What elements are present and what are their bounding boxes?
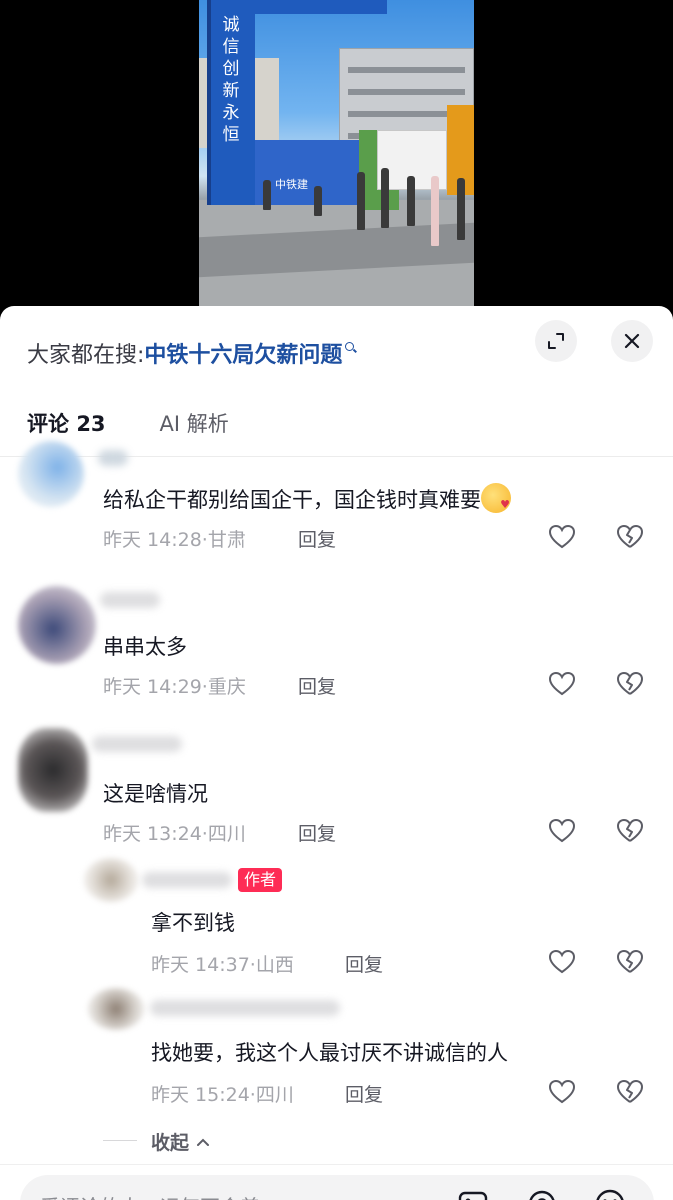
reply-text: 拿不到钱 — [151, 911, 235, 935]
reply-meta: 昨天 14:37·山西 — [151, 954, 294, 976]
reply-item: 找她要，我这个人最讨厌不讲诚信的人 昨天 15:24·四川 回复 — [0, 984, 673, 1114]
reply-location: 四川 — [255, 1084, 294, 1106]
comment-item: 串串太多 昨天 14:29·重庆 回复 — [0, 576, 673, 699]
username-blurred[interactable] — [100, 592, 160, 608]
fence-logo-text: 中铁建 — [275, 178, 308, 191]
like-heart-icon[interactable] — [547, 816, 577, 846]
avatar[interactable] — [84, 858, 138, 902]
image-icon[interactable] — [456, 1187, 490, 1200]
comment-location: 甘肃 — [207, 529, 246, 551]
video-person — [314, 186, 322, 216]
emoji-icon[interactable] — [593, 1187, 627, 1200]
trending-search-prefix: 大家都在搜: — [27, 343, 145, 368]
reply-meta: 昨天 15:24·四川 — [151, 1084, 294, 1106]
comment-item: 给私企干都别给国企干，国企钱时真难要 昨天 14:28·甘肃 回复 — [0, 436, 673, 556]
comment-meta: 昨天 14:29·重庆 — [103, 676, 246, 698]
reply-button[interactable]: 回复 — [298, 819, 336, 846]
reply-item: 作者 拿不到钱 昨天 14:37·山西 回复 — [0, 854, 673, 984]
video-person — [407, 176, 415, 226]
username-blurred[interactable] — [92, 736, 182, 752]
comment-input-placeholder: 爱评论的人，运气不会差 — [40, 1191, 260, 1200]
reply-button[interactable]: 回复 — [298, 525, 336, 552]
like-heart-icon[interactable] — [547, 947, 577, 977]
avatar[interactable] — [18, 586, 96, 664]
avatar[interactable] — [18, 728, 88, 812]
author-badge: 作者 — [238, 868, 283, 892]
tab-ai-analysis[interactable]: AI 解析 — [160, 408, 229, 438]
comment-location: 四川 — [207, 823, 246, 845]
comment-text: 这是啥情况 — [103, 782, 208, 806]
comment-time: 昨天 13:24 — [103, 823, 202, 845]
comment-meta: 昨天 14:28·甘肃 — [103, 529, 246, 551]
comment-time: 昨天 14:28 — [103, 529, 202, 551]
tab-comments-label: 评论 — [27, 412, 69, 436]
comment-tabs: 评论 23 AI 解析 — [27, 408, 229, 438]
search-icon — [344, 341, 357, 354]
gate-text: 诚信创新永恒 — [222, 15, 240, 145]
like-heart-icon[interactable] — [547, 1077, 577, 1107]
chevron-up-icon — [196, 1138, 209, 1146]
comment-text: 给私企干都别给国企干，国企钱时真难要 — [103, 483, 511, 514]
comment-sheet: 大家都在搜: 中铁十六局欠薪问题 评论 23 AI 解析 给私企干都别给国企干，… — [0, 306, 673, 1200]
video-person — [263, 180, 271, 210]
dislike-broken-heart-icon[interactable] — [615, 669, 645, 699]
mention-icon[interactable] — [525, 1187, 559, 1200]
username-blurred[interactable] — [142, 872, 232, 888]
video-person — [431, 176, 439, 246]
video-person — [457, 178, 465, 240]
trending-search[interactable]: 大家都在搜: 中铁十六局欠薪问题 — [27, 336, 357, 370]
reply-location: 山西 — [255, 954, 294, 976]
reply-time: 昨天 14:37 — [151, 954, 250, 976]
comment-meta: 昨天 13:24·四川 — [103, 823, 246, 845]
collapse-replies-button[interactable]: 收起 — [151, 1128, 210, 1155]
avatar[interactable] — [18, 441, 84, 507]
comment-location: 重庆 — [207, 676, 246, 698]
dislike-broken-heart-icon[interactable] — [615, 522, 645, 552]
face-with-heart-icon — [481, 483, 511, 513]
tab-comments[interactable]: 评论 23 — [27, 408, 106, 438]
comment-input-bar: 爱评论的人，运气不会差 — [0, 1164, 673, 1200]
avatar[interactable] — [88, 988, 144, 1030]
reply-text: 找她要，我这个人最讨厌不讲诚信的人 — [151, 1041, 508, 1065]
reply-button[interactable]: 回复 — [345, 1080, 383, 1107]
trending-search-term[interactable]: 中铁十六局欠薪问题 — [144, 337, 342, 369]
username-blurred[interactable] — [150, 1000, 340, 1016]
collapse-divider — [103, 1140, 137, 1141]
reply-button[interactable]: 回复 — [298, 672, 336, 699]
tab-comments-count: 23 — [76, 412, 106, 436]
expand-icon — [548, 333, 564, 349]
username-blurred[interactable] — [98, 450, 128, 466]
reply-button[interactable]: 回复 — [345, 950, 383, 977]
like-heart-icon[interactable] — [547, 669, 577, 699]
dislike-broken-heart-icon[interactable] — [615, 947, 645, 977]
video-person — [381, 168, 389, 228]
comment-item: 这是啥情况 昨天 13:24·四川 回复 — [0, 724, 673, 846]
collapse-label: 收起 — [151, 1132, 190, 1154]
comment-text: 串串太多 — [103, 635, 187, 659]
video-person — [357, 172, 365, 230]
dislike-broken-heart-icon[interactable] — [615, 816, 645, 846]
comment-time: 昨天 14:29 — [103, 676, 202, 698]
dislike-broken-heart-icon[interactable] — [615, 1077, 645, 1107]
comment-text-content: 给私企干都别给国企干，国企钱时真难要 — [103, 488, 481, 512]
expand-button[interactable] — [535, 320, 577, 362]
like-heart-icon[interactable] — [547, 522, 577, 552]
close-button[interactable] — [611, 320, 653, 362]
reply-time: 昨天 15:24 — [151, 1084, 250, 1106]
close-icon — [624, 333, 640, 349]
video-player[interactable]: 中铁建 诚信创新永恒 — [0, 0, 673, 320]
comment-input[interactable]: 爱评论的人，运气不会差 — [20, 1175, 654, 1200]
video-frame: 中铁建 诚信创新永恒 — [199, 0, 474, 320]
